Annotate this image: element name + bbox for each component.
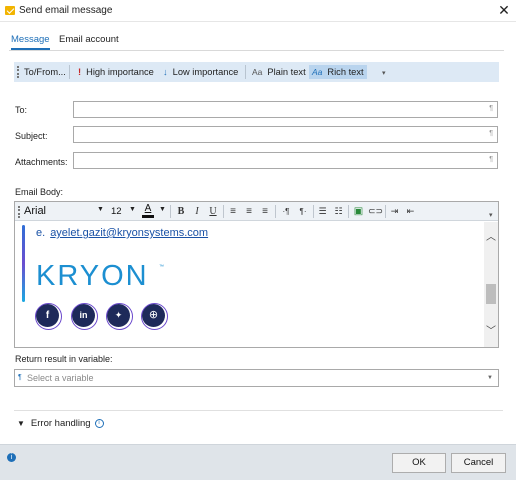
toolbar-separator (223, 205, 224, 218)
error-handling-label: Error handling (30, 418, 91, 429)
font-color-swatch (142, 215, 154, 218)
align-left-icon[interactable]: ≡ (227, 204, 239, 219)
variable-placeholder: Select a variable (27, 373, 94, 383)
to-label: To: (15, 105, 28, 115)
bold-icon[interactable]: B (175, 204, 187, 219)
email-app-icon (5, 6, 15, 15)
scroll-thumb[interactable] (486, 284, 496, 304)
high-importance-label: High importance (86, 67, 154, 77)
pin-icon: ¶ (18, 374, 22, 381)
kryon-logo: KRYON (36, 260, 149, 292)
signature-email-line: e. ayelet.gazit@kryonsystems.com (36, 227, 208, 239)
plain-text-icon: Aa (252, 67, 263, 77)
attachments-field[interactable]: ¶ (73, 152, 498, 169)
numbered-list-icon[interactable]: ☷ (332, 204, 345, 219)
toolbar-separator (348, 205, 349, 218)
align-center-icon[interactable]: ≡ (243, 204, 255, 219)
email-prefix: e. (36, 227, 46, 239)
cancel-button[interactable]: Cancel (451, 453, 506, 473)
rich-text-icon: Aa (312, 67, 323, 77)
editor-scrollbar[interactable]: ︿ ﹀ (484, 222, 498, 347)
error-handling-toggle[interactable]: ▼ Error handling i (17, 417, 104, 431)
tab-email-account[interactable]: Email account (59, 34, 119, 48)
low-importance-label: Low importance (172, 67, 239, 77)
toolbar-separator (275, 205, 276, 218)
return-result-label: Return result in variable: (15, 354, 113, 364)
underline-icon[interactable]: U (207, 204, 219, 219)
chevron-down-icon[interactable]: ▼ (97, 206, 104, 213)
globe-icon[interactable]: ⊕ (141, 303, 168, 330)
exclamation-icon: ! (78, 67, 82, 77)
pin-icon: ¶ (489, 105, 493, 112)
email-body-editor[interactable]: Arial ▼ 12 ▼ A ▼ B I U ≡ ≡ ≡ ·¶ ¶· ☰ ☷ ▣… (14, 201, 499, 348)
signature-accent-bar (22, 225, 25, 302)
overflow-chevron-icon[interactable]: ▾ (382, 70, 388, 78)
to-from-button[interactable]: To/From... (24, 65, 66, 79)
variable-select[interactable]: ¶ Select a variable ▼ (14, 369, 499, 387)
subject-field[interactable]: ¶ (73, 126, 498, 143)
rich-text-label: Rich text (327, 67, 364, 77)
rich-text-button[interactable]: Aa Rich text (309, 65, 367, 79)
toolbar-grip-icon[interactable] (18, 206, 20, 218)
tab-divider (9, 50, 504, 51)
chevron-down-icon: ▼ (17, 419, 25, 428)
rtl-direction-icon[interactable]: ¶· (296, 204, 310, 219)
insert-image-icon[interactable]: ▣ (352, 204, 365, 219)
font-family-select[interactable]: Arial (24, 204, 104, 219)
insert-link-icon[interactable]: ⊂⊃ (368, 204, 383, 219)
low-importance-button[interactable]: ↓ Low importance (163, 65, 238, 79)
twitter-icon[interactable]: ✦ (106, 303, 133, 330)
to-field[interactable]: ¶ (73, 101, 498, 118)
logo-trademark: ™ (159, 264, 164, 270)
editor-content[interactable]: e. ayelet.gazit@kryonsystems.com KRYON ™ … (15, 222, 484, 347)
chevron-down-icon[interactable]: ▼ (159, 206, 166, 213)
scroll-down-icon[interactable]: ﹀ (484, 326, 498, 338)
plain-text-button[interactable]: Aa Plain text (252, 65, 306, 79)
overflow-chevron-icon[interactable]: ▾ (489, 211, 493, 219)
info-icon[interactable]: i (7, 453, 16, 462)
tab-message[interactable]: Message (11, 34, 50, 50)
window-title: Send email message (19, 5, 113, 16)
ltr-direction-icon[interactable]: ·¶ (279, 204, 293, 219)
toolbar-separator (69, 65, 70, 79)
editor-toolbar: Arial ▼ 12 ▼ A ▼ B I U ≡ ≡ ≡ ·¶ ¶· ☰ ☷ ▣… (15, 202, 498, 221)
pin-icon: ¶ (489, 156, 493, 163)
section-divider (14, 410, 503, 411)
toolbar-separator (245, 65, 246, 79)
indent-icon[interactable]: ⇥ (388, 204, 401, 219)
scroll-up-icon[interactable]: ︿ (484, 232, 498, 244)
toolbar-separator (385, 205, 386, 218)
linkedin-icon[interactable]: in (71, 303, 98, 330)
outdent-icon[interactable]: ⇤ (404, 204, 417, 219)
align-right-icon[interactable]: ≡ (259, 204, 271, 219)
italic-icon[interactable]: I (191, 204, 203, 219)
pin-icon: ¶ (489, 130, 493, 137)
toolbar-separator (170, 205, 171, 218)
down-arrow-icon: ↓ (163, 67, 168, 77)
high-importance-button[interactable]: ! High importance (78, 65, 154, 79)
chevron-down-icon[interactable]: ▼ (487, 375, 493, 381)
dialog-footer: i OK Cancel (0, 444, 516, 480)
toolbar-grip-icon[interactable] (17, 66, 19, 78)
plain-text-label: Plain text (267, 67, 306, 77)
title-bar: Send email message ✕ (0, 0, 516, 22)
info-icon[interactable]: i (94, 418, 104, 428)
subject-label: Subject: (15, 131, 48, 141)
ok-button[interactable]: OK (392, 453, 446, 473)
bullet-list-icon[interactable]: ☰ (316, 204, 329, 219)
chevron-down-icon[interactable]: ▼ (129, 206, 136, 213)
email-link[interactable]: ayelet.gazit@kryonsystems.com (50, 227, 208, 239)
attachments-label: Attachments: (15, 157, 68, 167)
email-body-label: Email Body: (15, 187, 64, 197)
action-toolbar: To/From... ! High importance ↓ Low importa… (14, 62, 499, 82)
facebook-icon[interactable]: f (35, 303, 62, 330)
toolbar-separator (313, 205, 314, 218)
close-icon[interactable]: ✕ (496, 2, 512, 18)
